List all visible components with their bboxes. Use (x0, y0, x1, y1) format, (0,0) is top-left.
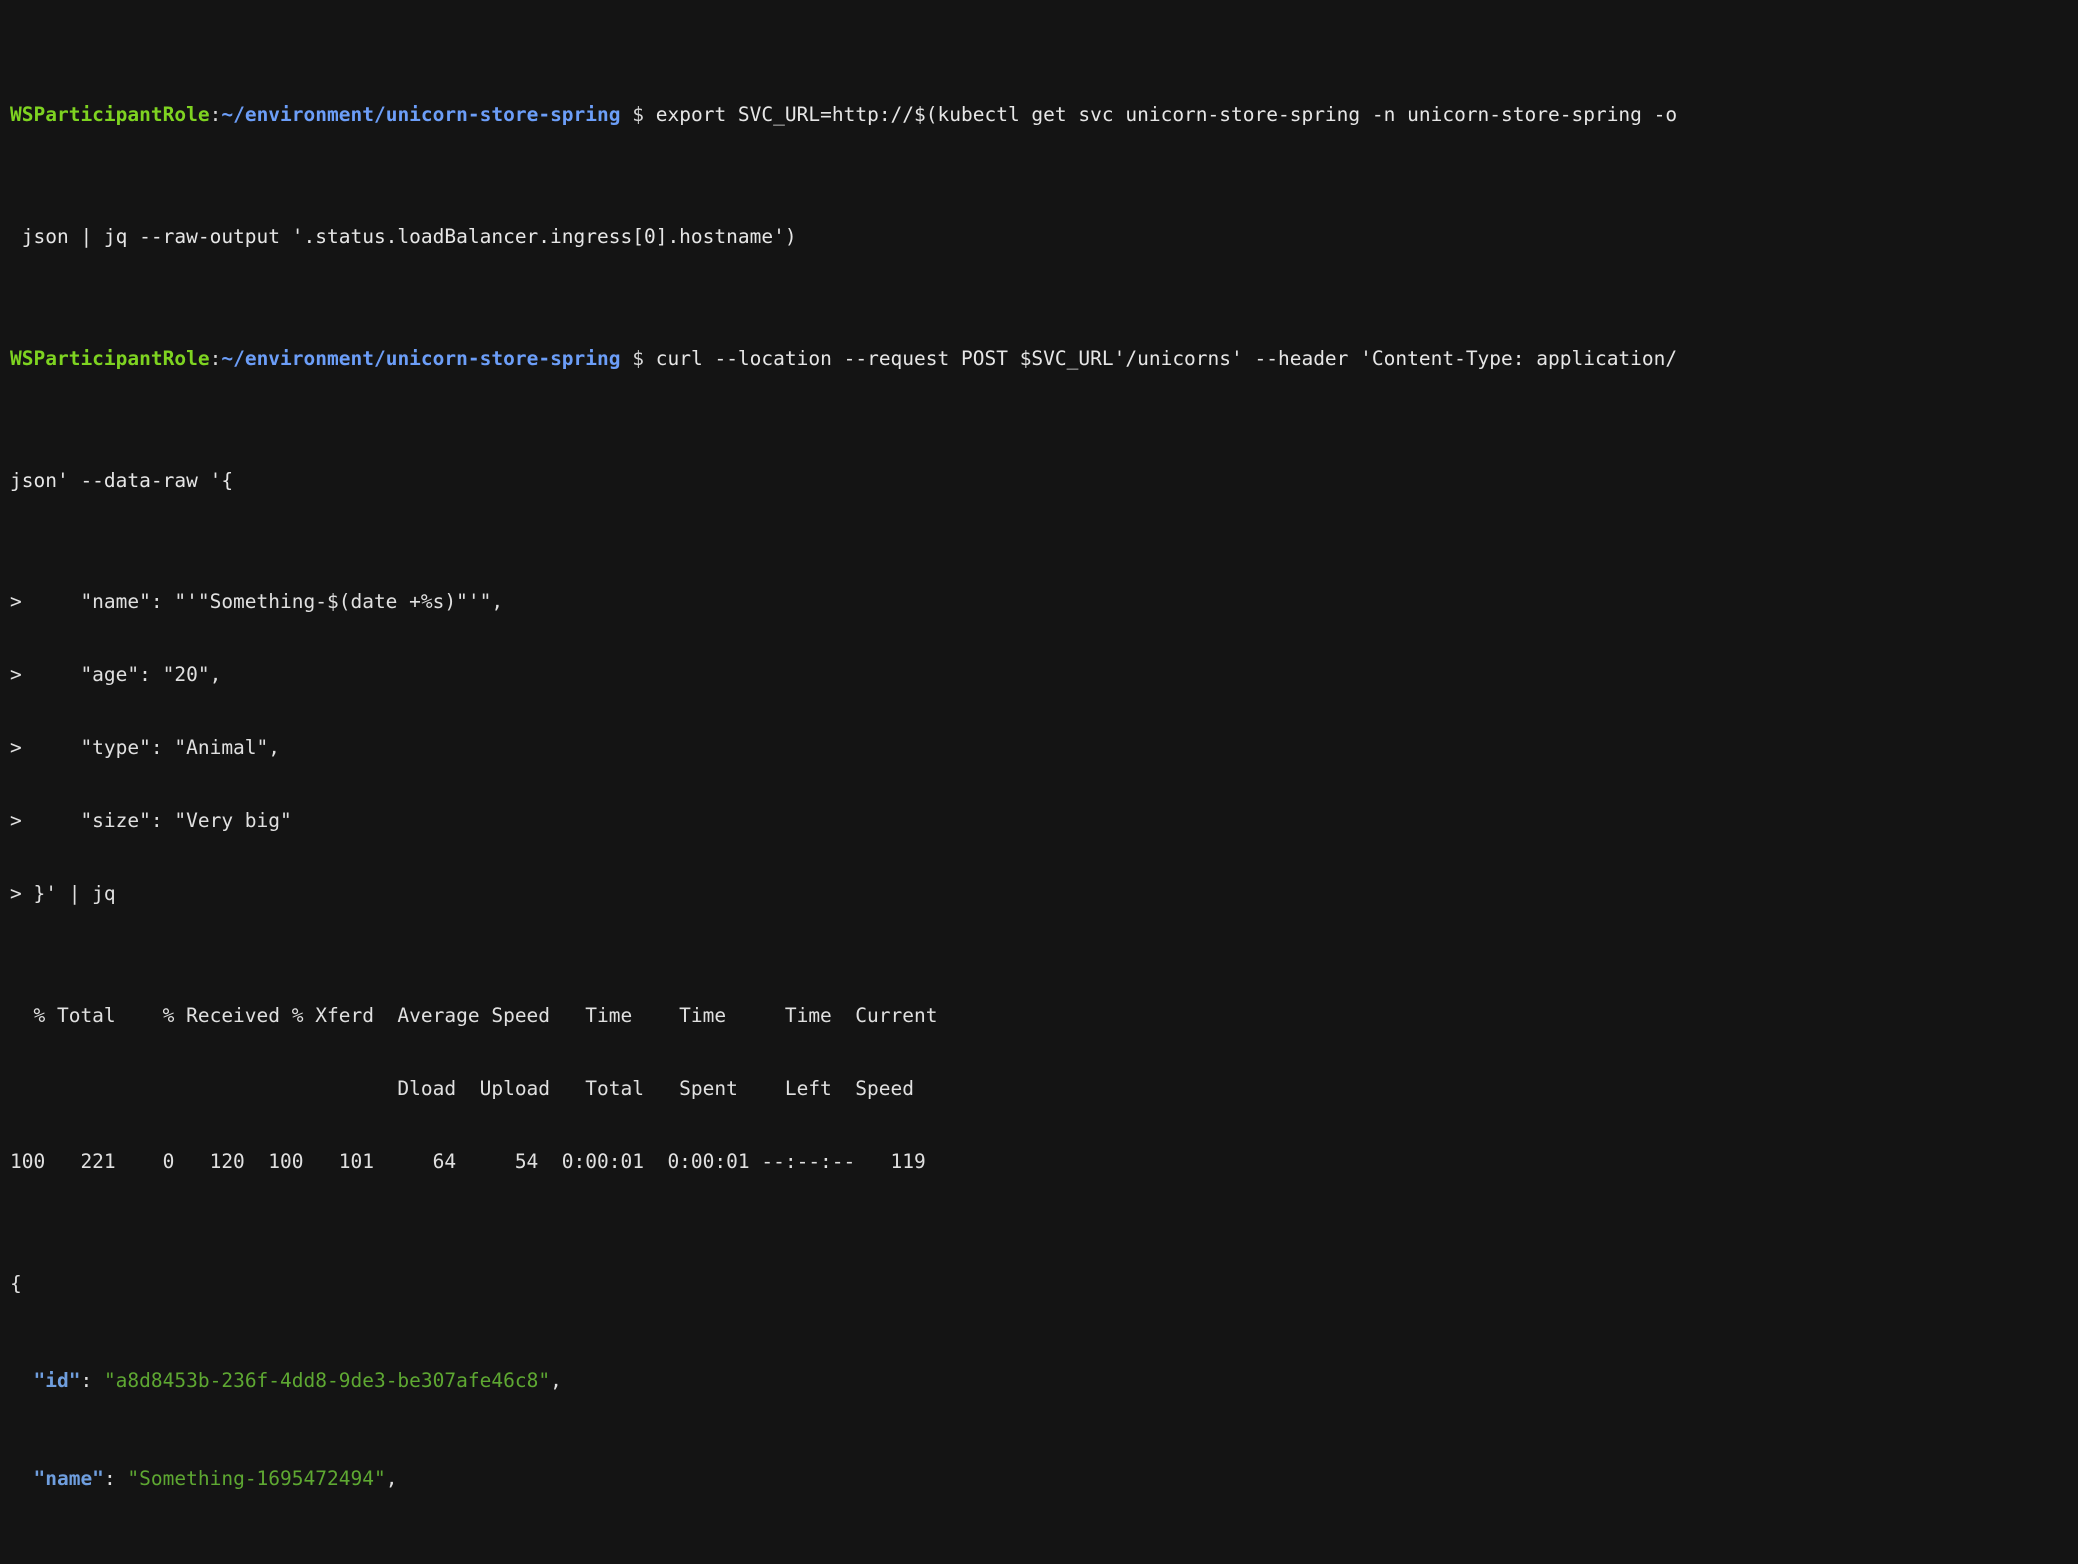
terminal-window[interactable]: WSParticipantRole:~/environment/unicorn-… (0, 0, 2078, 1490)
continuation-type-text: > "type": "Animal", (10, 736, 281, 760)
curl-stats-header-row-2: Dload Upload Total Spent Left Speed (0, 1077, 2078, 1101)
terminal-line-export-wrap: json | jq --raw-output '.status.loadBala… (0, 225, 2078, 249)
terminal-line-continuation-type: > "type": "Animal", (0, 736, 2078, 760)
prompt-separator: : (209, 346, 222, 370)
terminal-line-prompt-export: WSParticipantRole:~/environment/unicorn-… (0, 103, 2078, 127)
json-colon: : (103, 1466, 128, 1490)
prompt-symbol-wrap: $ (621, 346, 645, 370)
terminal-line-continuation-close: > }' | jq (0, 882, 2078, 906)
terminal-line-curl-wrap: json' --data-raw '{ (0, 469, 2078, 493)
continuation-size-text: > "size": "Very big" (10, 809, 292, 833)
json-field-id: "id": "a8d8453b-236f-4dd8-9de3-be307afe4… (0, 1369, 2078, 1393)
prompt-symbol: $ (632, 346, 645, 370)
json-brace-open-text: { (10, 1271, 22, 1295)
json-brace-open: { (0, 1272, 2078, 1296)
json-value-name: "Something-1695472494" (127, 1466, 386, 1490)
command-curl-post: curl --location --request POST $SVC_URL'… (644, 346, 1678, 370)
curl-stats-values-text: 100 221 0 120 100 101 64 54 0:00:01 0:00… (10, 1150, 926, 1174)
command-export-svc-url: export SVC_URL=http://$(kubectl get svc … (644, 103, 1678, 127)
prompt-path: ~/environment/unicorn-store-spring (221, 103, 621, 127)
continuation-close-text: > }' | jq (10, 882, 116, 906)
terminal-line-prompt-curl-post: WSParticipantRole:~/environment/unicorn-… (0, 347, 2078, 371)
json-value-id: "a8d8453b-236f-4dd8-9de3-be307afe46c8" (103, 1369, 551, 1393)
json-key-name: "name" (33, 1466, 104, 1490)
prompt-symbol: $ (632, 103, 645, 127)
prompt-path: ~/environment/unicorn-store-spring (221, 346, 621, 370)
prompt-user: WSParticipantRole (10, 103, 210, 127)
terminal-line-continuation-name: > "name": "'"Something-$(date +%s)"'", (0, 590, 2078, 614)
continuation-age-text: > "age": "20", (10, 663, 222, 687)
json-field-name: "name": "Something-1695472494", (0, 1467, 2078, 1491)
prompt-symbol-wrap: $ (621, 103, 645, 127)
prompt-user: WSParticipantRole (10, 346, 210, 370)
json-comma: , (550, 1369, 562, 1393)
terminal-line-continuation-age: > "age": "20", (0, 663, 2078, 687)
json-key-id: "id" (33, 1369, 81, 1393)
curl-stats-header-2-text: Dload Upload Total Spent Left Speed (10, 1077, 914, 1101)
curl-stats-values-row: 100 221 0 120 100 101 64 54 0:00:01 0:00… (0, 1150, 2078, 1174)
json-comma: , (385, 1466, 398, 1490)
curl-stats-header-row-1: % Total % Received % Xferd Average Speed… (0, 1004, 2078, 1028)
curl-stats-header-1-text: % Total % Received % Xferd Average Speed… (10, 1004, 938, 1028)
prompt-separator: : (209, 103, 222, 127)
terminal-line-continuation-size: > "size": "Very big" (0, 809, 2078, 833)
command-curl-wrap-text: json' --data-raw '{ (10, 468, 234, 492)
json-colon: : (80, 1369, 104, 1393)
command-export-wrap-text: json | jq --raw-output '.status.loadBala… (10, 225, 797, 249)
continuation-name-text: > "name": "'"Something-$(date +%s)"'", (10, 590, 504, 614)
